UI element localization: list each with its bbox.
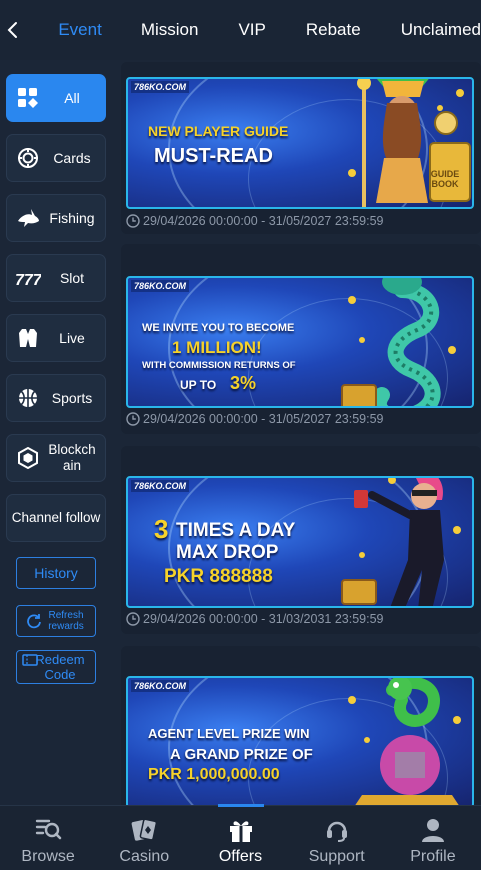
sidebar-item-fishing[interactable]: Fishing — [6, 194, 106, 242]
promotion-date-row: 29/04/2026 00:00:00 - 31/05/2027 23:59:5… — [126, 214, 384, 228]
promotion-banner[interactable]: 786KO.COM 3 TIMES A DAY MAX DROP PKR 888… — [126, 476, 474, 608]
promo-headline: TIMES A DAY — [176, 520, 296, 541]
sidebar-item-label: Slot — [59, 270, 85, 286]
active-tab-indicator — [217, 804, 264, 807]
promo-subheadline: WITH COMMISSION RETURNS OF — [142, 360, 296, 371]
sidebar-item-label: Cards — [53, 150, 91, 166]
promo-headline: NEW PLAYER GUIDE — [148, 123, 289, 139]
user-icon — [420, 815, 446, 845]
sidebar-item-all[interactable]: All — [6, 74, 106, 122]
bottom-nav-label: Browse — [21, 848, 75, 865]
redeem-code-button[interactable]: Redeem Code — [16, 650, 96, 684]
promo-headline: WE INVITE YOU TO BECOME — [142, 322, 295, 334]
bottom-nav-label: Offers — [218, 848, 263, 865]
grid-icon — [11, 87, 45, 109]
promotion-date-range: 29/04/2026 00:00:00 - 31/03/2031 23:59:5… — [143, 612, 384, 626]
promotion-card[interactable]: 786KO.COM AGENT LEVEL PRIZE WIN A GRAND … — [121, 646, 481, 805]
svg-text:777: 777 — [15, 272, 41, 288]
promotion-date-row: 29/04/2026 00:00:00 - 31/03/2031 23:59:5… — [126, 612, 384, 626]
promo-highlight: 1 MILLION! — [172, 338, 262, 357]
sidebar-item-cards[interactable]: Cards — [6, 134, 106, 182]
bottom-nav: Browse Casino Offers Support Profile — [0, 804, 481, 870]
promo-amount: PKR 1,000,000.00 — [148, 766, 280, 783]
brand-logo: 786KO.COM — [131, 81, 190, 93]
tab-mission[interactable]: Mission — [141, 0, 199, 60]
sidebar-item-label: Blockchain — [48, 442, 96, 473]
sidebar-item-label: Fishing — [49, 210, 95, 226]
bottom-nav-label: Casino — [119, 848, 170, 865]
sidebar-item-blockchain[interactable]: Blockchain — [6, 434, 106, 482]
ninja-illustration — [341, 478, 461, 606]
promotion-date-range: 29/04/2026 00:00:00 - 31/05/2027 23:59:5… — [143, 214, 384, 228]
promo-number: 3 — [154, 514, 169, 544]
brand-logo: 786KO.COM — [131, 680, 190, 692]
refresh-rewards-button[interactable]: Refresh rewards — [16, 605, 96, 637]
basketball-icon — [11, 387, 45, 409]
vest-icon — [11, 327, 45, 349]
gift-icon — [228, 815, 254, 845]
promotion-card[interactable]: 786KO.COM WE INVITE YOU TO BECOME 1 MILL… — [121, 244, 481, 434]
tab-bar: Event Mission VIP Rebate Unclaimed — [24, 0, 481, 60]
clock-icon — [126, 412, 140, 426]
promotion-card[interactable]: 786KO.COM 3 TIMES A DAY MAX DROP PKR 888… — [121, 446, 481, 634]
brand-logo: 786KO.COM — [131, 480, 190, 492]
promo-subheadline: MUST-READ — [154, 145, 273, 167]
guide-illustration — [348, 79, 471, 207]
sidebar-item-label: Live — [59, 330, 85, 346]
dragon-illustration — [348, 678, 461, 805]
bottom-nav-casino[interactable]: Casino — [96, 806, 192, 870]
promotion-date-row: 29/04/2026 00:00:00 - 31/05/2027 23:59:5… — [126, 412, 384, 426]
sidebar-item-slot[interactable]: 777 Slot — [6, 254, 106, 302]
history-button[interactable]: History — [16, 557, 96, 589]
promotion-banner[interactable]: 786KO.COM AGENT LEVEL PRIZE WIN A GRAND … — [126, 676, 474, 805]
bottom-nav-label: Support — [308, 848, 365, 865]
promotion-banner[interactable]: 786KO.COM NEW PLAYER GUIDE MUST-READ GUI… — [126, 77, 474, 209]
chip-icon — [11, 147, 45, 169]
clock-icon — [126, 214, 140, 228]
tab-rebate[interactable]: Rebate — [306, 0, 361, 60]
slot-777-icon: 777 — [11, 268, 45, 288]
guide-book-text: GUIDE BOOK — [430, 169, 460, 189]
promotion-card[interactable]: 786KO.COM NEW PLAYER GUIDE MUST-READ GUI… — [121, 62, 481, 234]
cards-icon — [130, 815, 158, 845]
promotion-banner[interactable]: 786KO.COM WE INVITE YOU TO BECOME 1 MILL… — [126, 276, 474, 408]
promotion-date-range: 29/04/2026 00:00:00 - 31/05/2027 23:59:5… — [143, 412, 384, 426]
refresh-rewards-label: Refresh rewards — [48, 610, 84, 632]
tab-unclaimed[interactable]: Unclaimed — [401, 0, 481, 60]
promo-headline: AGENT LEVEL PRIZE WIN — [148, 726, 310, 741]
sidebar-item-label: Sports — [51, 390, 93, 406]
promotion-list: 786KO.COM NEW PLAYER GUIDE MUST-READ GUI… — [113, 60, 481, 805]
refresh-icon — [27, 614, 41, 629]
back-button[interactable] — [0, 0, 24, 60]
bottom-nav-label: Profile — [410, 848, 456, 865]
brand-logo: 786KO.COM — [131, 280, 190, 292]
headset-icon — [324, 815, 350, 845]
tab-event[interactable]: Event — [58, 0, 101, 60]
promo-percent: 3% — [230, 373, 257, 393]
bottom-nav-offers[interactable]: Offers — [192, 804, 288, 870]
category-sidebar: All Cards Fishing 777 Slot Live Sports B… — [0, 60, 113, 805]
snake-illustration — [341, 278, 456, 406]
ticket-icon — [22, 654, 38, 666]
sidebar-item-channel-follow[interactable]: Channel follow — [6, 494, 106, 542]
cube-icon — [11, 447, 45, 469]
top-nav: Event Mission VIP Rebate Unclaimed — [0, 0, 481, 60]
promo-subheadline: MAX DROP — [176, 542, 279, 563]
bottom-nav-support[interactable]: Support — [289, 806, 385, 870]
sidebar-item-sports[interactable]: Sports — [6, 374, 106, 422]
tab-vip[interactable]: VIP — [238, 0, 265, 60]
sidebar-item-label: All — [64, 90, 80, 106]
sidebar-item-label: Channel follow — [11, 510, 101, 525]
clock-icon — [126, 612, 140, 626]
browse-search-icon — [34, 815, 62, 845]
promo-upto: UP TO — [180, 378, 217, 392]
bottom-nav-profile[interactable]: Profile — [385, 806, 481, 870]
shark-icon — [11, 207, 45, 229]
promo-amount: PKR 888888 — [164, 566, 273, 587]
chevron-left-icon — [7, 22, 18, 38]
promo-subheadline: A GRAND PRIZE OF — [170, 746, 313, 763]
bottom-nav-browse[interactable]: Browse — [0, 806, 96, 870]
sidebar-item-live[interactable]: Live — [6, 314, 106, 362]
